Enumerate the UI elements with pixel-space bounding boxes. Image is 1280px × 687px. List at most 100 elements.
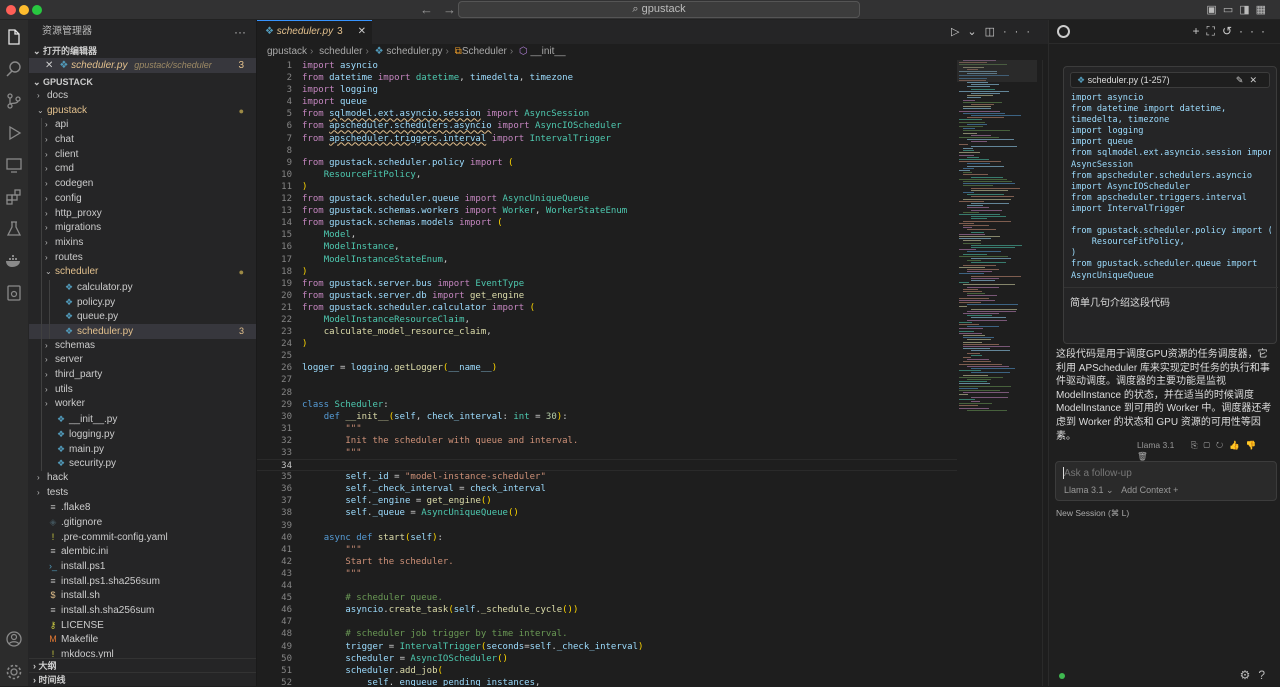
tree-item[interactable]: › routes <box>29 250 256 266</box>
breadcrumb-item[interactable]: scheduler.py <box>386 46 442 57</box>
tree-item[interactable]: ❖ policy.py <box>29 294 256 310</box>
context-code-preview: import asyncio from datetime import date… <box>1071 93 1271 281</box>
code-editor[interactable]: 1 import asyncio 2 from datetime import da… <box>257 60 957 686</box>
minimap-line <box>971 308 1018 310</box>
more-actions-icon[interactable]: ··· <box>234 20 246 44</box>
testing-flask-icon[interactable] <box>4 220 24 240</box>
minimap-line <box>967 365 1010 367</box>
gpustack-chat-icon[interactable] <box>4 284 24 304</box>
workspace-root[interactable]: ⌄ GPUSTACK <box>29 75 256 89</box>
config-file-icon: ≡ <box>50 605 56 616</box>
tree-item[interactable]: › utils <box>29 382 256 398</box>
breadcrumb-item[interactable]: Scheduler <box>462 46 507 57</box>
tree-item[interactable]: › worker <box>29 397 256 413</box>
tree-item[interactable]: › chat <box>29 133 256 148</box>
context-file-label: scheduler.py (1-257) <box>1087 75 1170 85</box>
outline-section[interactable]: › 大纲 <box>29 658 256 672</box>
code-line: 50 scheduler = AsyncIOScheduler() <box>281 653 508 664</box>
close-icon[interactable]: ✕ <box>358 21 366 43</box>
tree-item[interactable]: ≡ install.ps1.sha256sum <box>29 574 256 589</box>
zoom-window-button[interactable] <box>32 5 42 15</box>
followup-input[interactable]: Ask a follow-up Llama 3.1 ⌄ Add Context … <box>1055 461 1277 501</box>
tree-item[interactable]: › schemas <box>29 338 256 354</box>
tree-item[interactable]: ◈ .gitignore <box>29 515 256 530</box>
source-control-icon[interactable] <box>4 92 24 112</box>
tree-item[interactable]: › config <box>29 191 256 207</box>
tree-item[interactable]: ❖ queue.py <box>29 309 256 324</box>
tree-item[interactable]: $ install.sh <box>29 588 256 603</box>
git-file-icon: ◈ <box>49 516 57 527</box>
breadcrumb-item[interactable]: __init__ <box>530 46 565 57</box>
open-editor-item[interactable]: ✕ ❖ scheduler.py gpustack/scheduler 3 <box>29 58 256 73</box>
chevron-right-icon: › <box>37 487 40 497</box>
tree-item[interactable]: ❖ __init__.py <box>29 412 256 427</box>
tab-scheduler-py[interactable]: ❖ scheduler.py 3 ✕ <box>257 20 372 44</box>
tree-item[interactable]: › mixins <box>29 235 256 251</box>
close-icon[interactable]: ✕ <box>45 60 53 71</box>
tree-item[interactable]: ❖ main.py <box>29 441 256 457</box>
model-selector[interactable]: Llama 3.1 ⌄ <box>1064 485 1114 495</box>
code-line: 40 async def start(self): <box>281 532 443 543</box>
minimap-slider[interactable] <box>957 60 1037 82</box>
account-icon[interactable] <box>4 630 24 650</box>
tree-item[interactable]: › tests <box>29 486 256 501</box>
tree-item[interactable]: ≡ install.sh.sha256sum <box>29 603 256 618</box>
chat-message-card: ❖ scheduler.py (1-257) ✎✕ import asyncio… <box>1063 66 1278 344</box>
status-indicator <box>1059 673 1065 679</box>
remote-explorer-icon[interactable] <box>4 156 24 176</box>
tree-item[interactable]: › api <box>29 118 256 134</box>
command-center[interactable]: ⌕ gpustack <box>458 1 860 18</box>
edit-close-icons[interactable]: ✎✕ <box>1236 73 1263 87</box>
breadcrumb-item[interactable]: scheduler <box>319 46 362 57</box>
search-icon[interactable] <box>4 60 24 80</box>
minimap-line <box>959 137 999 138</box>
close-window-button[interactable] <box>6 5 16 15</box>
minimap-line <box>971 317 1006 319</box>
minimize-window-button[interactable] <box>19 5 29 15</box>
tree-item[interactable]: ❖ scheduler.py 3 <box>29 324 256 339</box>
code-line: 1 import asyncio <box>286 61 378 71</box>
add-context-button[interactable]: Add Context + <box>1121 485 1178 495</box>
tree-item[interactable]: › migrations <box>29 221 256 236</box>
python-file-icon: ❖ <box>56 414 66 425</box>
tree-item[interactable]: ❖ logging.py <box>29 426 256 442</box>
tree-item[interactable]: › client <box>29 147 256 163</box>
tree-item[interactable]: ⚷ LICENSE <box>29 618 256 633</box>
timeline-section[interactable]: › 时间线 <box>29 672 256 686</box>
breadcrumb-item[interactable]: gpustack <box>267 46 307 57</box>
extensions-icon[interactable] <box>4 188 24 208</box>
docker-icon[interactable] <box>4 252 24 272</box>
tree-item[interactable]: ! .pre-commit-config.yaml <box>29 530 256 545</box>
tree-item[interactable]: › third_party <box>29 368 256 383</box>
tree-item[interactable]: › docs <box>29 89 256 104</box>
settings-help-icons[interactable]: ⚙? <box>1240 668 1273 682</box>
python-file-icon: ❖ <box>64 281 74 292</box>
code-line: 9 from gpustack.scheduler.policy import ( <box>286 157 514 168</box>
chat-header-actions[interactable]: +⛶↺··· <box>1193 24 1272 39</box>
tree-item[interactable]: › hack <box>29 471 256 486</box>
editor-actions[interactable]: ▷⌄◫··· <box>951 25 1038 38</box>
manage-gear-icon[interactable] <box>4 663 24 683</box>
tree-item[interactable]: ›_ install.ps1 <box>29 559 256 574</box>
tree-item[interactable]: › http_proxy <box>29 206 256 222</box>
minimap[interactable] <box>957 60 1042 420</box>
context-file-chip[interactable]: ❖ scheduler.py (1-257) ✎✕ <box>1070 72 1270 88</box>
tree-item[interactable]: M Makefile <box>29 632 256 647</box>
open-editors-section[interactable]: ⌄ 打开的编辑器 <box>29 44 256 58</box>
layout-toggle-icons[interactable]: ▣▭◨▦ <box>1206 3 1272 16</box>
minimap-line <box>963 225 990 226</box>
tree-item[interactable]: › cmd <box>29 162 256 178</box>
tree-item[interactable]: ≡ alembic.ini <box>29 544 256 559</box>
tree-item[interactable]: ❖ security.py <box>29 456 256 471</box>
tree-item[interactable]: ≡ .flake8 <box>29 500 256 515</box>
explorer-icon[interactable] <box>4 28 24 48</box>
tree-item[interactable]: ⌄ scheduler ● <box>29 265 256 280</box>
run-debug-icon[interactable] <box>4 124 24 144</box>
new-session-link[interactable]: New Session (⌘ L) <box>1056 508 1129 519</box>
tree-item[interactable]: ⌄ gpustack ● <box>29 104 256 119</box>
tree-item[interactable]: › server <box>29 353 256 369</box>
tree-item[interactable]: › codegen <box>29 177 256 192</box>
tree-item-label: api <box>55 119 69 131</box>
chevron-right-icon: › <box>45 252 48 262</box>
tree-item[interactable]: ❖ calculator.py <box>29 279 256 295</box>
